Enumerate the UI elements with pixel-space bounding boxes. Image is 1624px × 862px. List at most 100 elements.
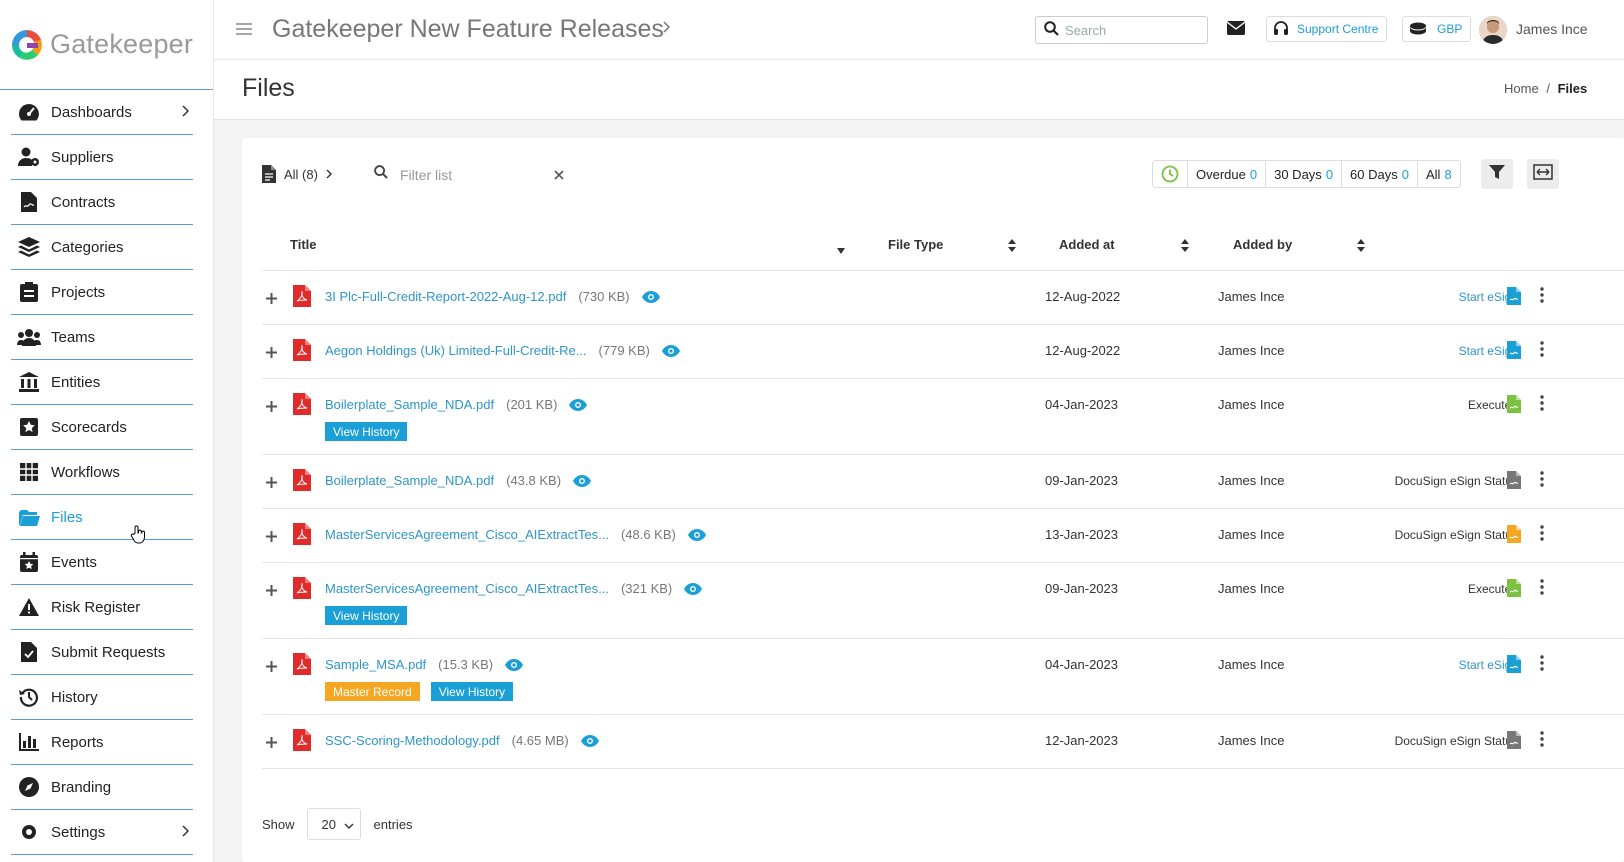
- eye-icon[interactable]: [687, 528, 706, 541]
- view-history-button[interactable]: View History: [325, 422, 408, 441]
- more-options-icon[interactable]: [1540, 655, 1544, 676]
- sort-icon[interactable]: [1008, 239, 1016, 255]
- esign-document-icon[interactable]: [1507, 287, 1521, 310]
- sidebar-item-workflows[interactable]: Workflows: [11, 450, 193, 495]
- eye-icon[interactable]: [505, 658, 524, 671]
- file-link[interactable]: MasterServicesAgreement_Cisco_AIExtractT…: [325, 581, 609, 596]
- more-options-icon[interactable]: [1540, 731, 1544, 752]
- file-link[interactable]: Boilerplate_Sample_NDA.pdf: [325, 473, 494, 488]
- expand-row-icon[interactable]: [266, 475, 277, 493]
- docusign-pending-icon[interactable]: [1507, 525, 1521, 548]
- filter-60-days[interactable]: 60 Days 0: [1341, 161, 1417, 187]
- expand-row-icon[interactable]: [266, 583, 277, 601]
- hamburger-menu-icon[interactable]: [236, 22, 252, 40]
- chevron-right-icon[interactable]: [662, 20, 671, 38]
- expand-row-icon[interactable]: [266, 345, 277, 363]
- file-name: Boilerplate_Sample_NDA.pdf (201 KB): [325, 397, 588, 412]
- sidebar-item-categories[interactable]: Categories: [11, 225, 193, 270]
- sidebar-item-reports[interactable]: Reports: [11, 720, 193, 765]
- breadcrumb-home[interactable]: Home: [1504, 81, 1539, 96]
- sidebar-item-entities[interactable]: Entities: [11, 360, 193, 405]
- support-centre-button[interactable]: Support Centre: [1266, 16, 1388, 42]
- column-header-added-by[interactable]: Added by: [1233, 237, 1292, 252]
- filter-button[interactable]: [1481, 159, 1513, 189]
- column-header-file-type[interactable]: File Type: [888, 237, 943, 252]
- view-history-button[interactable]: View History: [325, 606, 408, 625]
- all-files-dropdown[interactable]: All (8): [262, 165, 332, 183]
- filter-overdue[interactable]: Overdue 0: [1187, 161, 1265, 187]
- currency-button[interactable]: GBP: [1402, 16, 1472, 42]
- file-name: MasterServicesAgreement_Cisco_AIExtractT…: [325, 581, 703, 596]
- app-title[interactable]: Gatekeeper New Feature Releases: [272, 15, 664, 44]
- sidebar-item-history[interactable]: History: [11, 675, 193, 720]
- file-link[interactable]: 3I Plc-Full-Credit-Report-2022-Aug-12.pd…: [325, 289, 566, 304]
- filter-all[interactable]: All 8: [1416, 161, 1460, 187]
- sidebar-item-branding[interactable]: Branding: [11, 765, 193, 810]
- more-options-icon[interactable]: [1540, 579, 1544, 600]
- sidebar-item-suppliers[interactable]: Suppliers: [11, 135, 193, 180]
- more-options-icon[interactable]: [1540, 395, 1544, 416]
- sidebar-item-submit-requests[interactable]: Submit Requests: [11, 630, 193, 675]
- docusign-status-icon[interactable]: [1507, 471, 1521, 494]
- file-link[interactable]: SSC-Scoring-Methodology.pdf: [325, 733, 500, 748]
- mail-icon[interactable]: [1226, 21, 1246, 40]
- clear-filter-icon[interactable]: [554, 169, 564, 180]
- filter-input[interactable]: [400, 166, 550, 183]
- column-header-added-at[interactable]: Added at: [1059, 237, 1115, 252]
- docusign-status-icon[interactable]: [1507, 731, 1521, 754]
- eye-icon[interactable]: [580, 734, 599, 747]
- sidebar-item-settings[interactable]: Settings: [11, 810, 193, 855]
- user-name[interactable]: James Ince: [1516, 21, 1588, 37]
- eye-icon[interactable]: [573, 474, 592, 487]
- esign-document-icon[interactable]: [1507, 341, 1521, 364]
- expand-row-icon[interactable]: [266, 529, 277, 547]
- avatar[interactable]: [1479, 16, 1507, 44]
- file-link[interactable]: Boilerplate_Sample_NDA.pdf: [325, 397, 494, 412]
- expand-width-button[interactable]: [1527, 159, 1559, 189]
- sort-icon[interactable]: [1357, 239, 1365, 255]
- eye-icon[interactable]: [661, 344, 680, 357]
- more-options-icon[interactable]: [1540, 525, 1544, 546]
- sidebar-item-teams[interactable]: Teams: [11, 315, 193, 360]
- sidebar-item-risk-register[interactable]: Risk Register: [11, 585, 193, 630]
- page-size-select[interactable]: 20: [306, 808, 361, 840]
- logo[interactable]: Gatekeeper: [0, 0, 213, 90]
- more-options-icon[interactable]: [1540, 471, 1544, 492]
- sidebar-item-projects[interactable]: Projects: [11, 270, 193, 315]
- sidebar-item-dashboards[interactable]: Dashboards: [11, 90, 193, 135]
- esign-document-icon[interactable]: [1507, 655, 1521, 678]
- search-input[interactable]: [1065, 22, 1195, 38]
- executed-document-icon[interactable]: [1507, 579, 1521, 602]
- executed-document-icon[interactable]: [1507, 395, 1521, 418]
- sort-desc-icon[interactable]: [837, 242, 845, 257]
- file-link[interactable]: MasterServicesAgreement_Cisco_AIExtractT…: [325, 527, 609, 542]
- sidebar-item-scorecards[interactable]: Scorecards: [11, 405, 193, 450]
- expand-row-icon[interactable]: [266, 399, 277, 417]
- column-header-title[interactable]: Title: [290, 237, 317, 252]
- eye-icon[interactable]: [684, 582, 703, 595]
- sort-icon[interactable]: [1181, 239, 1189, 255]
- expand-row-icon[interactable]: [266, 659, 277, 677]
- clock-icon[interactable]: [1153, 161, 1187, 187]
- chevron-right-icon: [326, 169, 332, 179]
- file-link[interactable]: Aegon Holdings (Uk) Limited-Full-Credit-…: [325, 343, 587, 358]
- sidebar-item-contracts[interactable]: Contracts: [11, 180, 193, 225]
- filter-30-days[interactable]: 30 Days 0: [1265, 161, 1341, 187]
- added-at: 13-Jan-2023: [1045, 527, 1118, 542]
- more-options-icon[interactable]: [1540, 287, 1544, 308]
- global-search[interactable]: [1035, 16, 1208, 44]
- more-options-icon[interactable]: [1540, 341, 1544, 362]
- expand-row-icon[interactable]: [266, 735, 277, 753]
- master-record-badge[interactable]: Master Record: [325, 682, 420, 701]
- expand-row-icon[interactable]: [266, 291, 277, 309]
- eye-icon[interactable]: [569, 398, 588, 411]
- history-icon: [17, 685, 41, 709]
- view-history-button[interactable]: View History: [430, 682, 514, 701]
- sidebar-item-events[interactable]: Events: [11, 540, 193, 585]
- file-name: 3I Plc-Full-Credit-Report-2022-Aug-12.pd…: [325, 289, 660, 304]
- mouse-pointer-icon: [130, 524, 148, 549]
- eye-icon[interactable]: [641, 290, 660, 303]
- sidebar-item-files[interactable]: Files: [11, 495, 193, 540]
- filter-list[interactable]: [374, 165, 564, 184]
- file-link[interactable]: Sample_MSA.pdf: [325, 657, 426, 672]
